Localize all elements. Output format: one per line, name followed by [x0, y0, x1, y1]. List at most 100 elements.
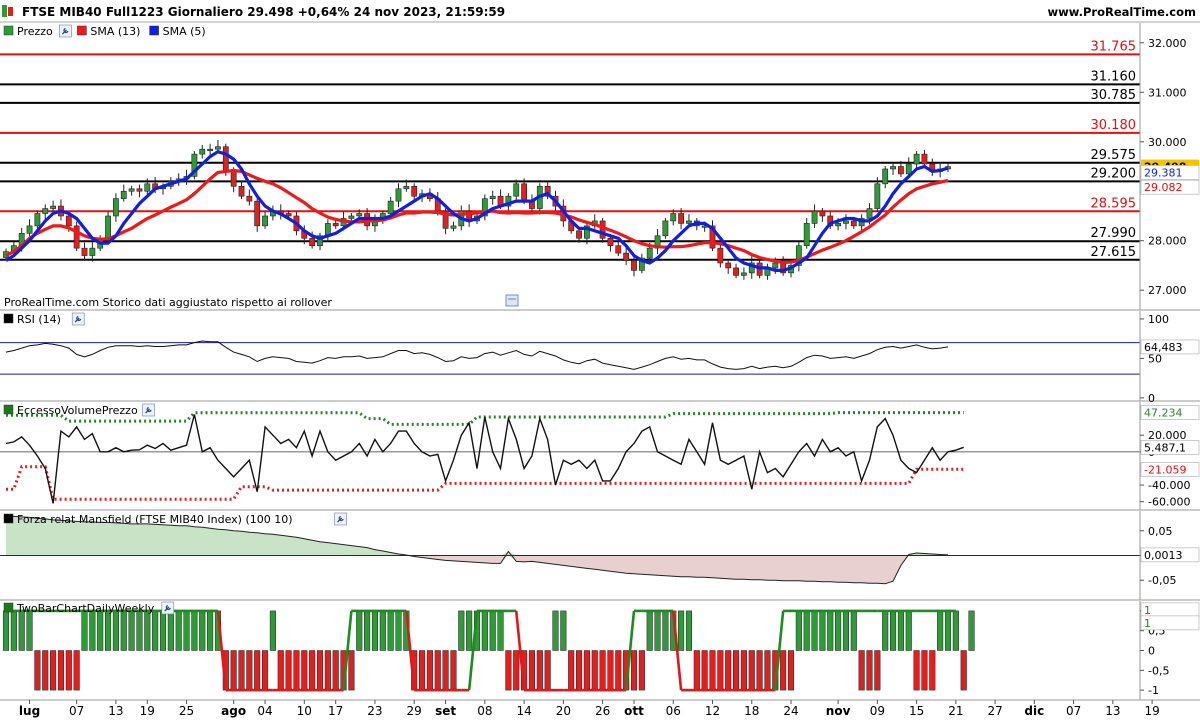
wrench-icon[interactable] [71, 312, 85, 326]
candle-body [835, 223, 841, 227]
price-legend-label: SMA (13) [90, 25, 140, 38]
candle-body [348, 215, 355, 219]
x-tick-label: ago [221, 704, 246, 718]
wrench-icon[interactable] [59, 24, 72, 38]
twobar-bar [505, 650, 512, 691]
twobar-bar [630, 650, 638, 691]
candle-body [254, 200, 261, 227]
x-tick-label: 23 [367, 704, 382, 718]
rsi-y-tick-label: 100 [1148, 313, 1169, 326]
twobar-bar [850, 610, 857, 651]
twobar-bar [685, 610, 693, 651]
twobar-bar [238, 650, 245, 691]
x-tick-label: 29 [407, 704, 422, 718]
twobar-bar [34, 650, 41, 691]
candle-body [686, 220, 692, 224]
mansfield-legend-label: Forza relat Mansfield (FTSE MIB40 Index)… [17, 513, 293, 526]
twobar-bar [968, 610, 975, 651]
candle-body [246, 195, 253, 202]
candle-body [222, 146, 229, 172]
twobar-bar [717, 650, 724, 691]
price-y-tick-label: 30.000 [1148, 136, 1187, 149]
x-tick-label: 18 [744, 704, 759, 718]
twobar-bar [105, 610, 112, 651]
candle-body [81, 247, 88, 256]
candle-body [905, 163, 912, 175]
level-label: 27.990 [1091, 226, 1137, 241]
twobar-bar [733, 650, 740, 691]
calendar-icon-frame[interactable] [505, 294, 519, 307]
candle-body [387, 200, 394, 214]
twobar-bar [324, 650, 331, 691]
x-tick-label: 10 [297, 704, 312, 718]
candle-body [230, 171, 237, 187]
candle-body [803, 223, 810, 246]
rsi-legend-swatch [3, 313, 14, 324]
twobar-bar [756, 650, 763, 691]
calendar-icon[interactable] [505, 294, 519, 307]
twobar-bar [960, 650, 967, 691]
candle-body [733, 267, 739, 276]
twobar-bar [230, 650, 237, 691]
twobar-bar [858, 650, 865, 691]
x-tick-label: 04 [257, 704, 272, 718]
twobar-bar [536, 650, 543, 691]
chart-footnote: ProRealTime.com Storico dati aggiustato … [4, 296, 332, 309]
candle-body [144, 183, 151, 192]
wrench-icon[interactable] [142, 403, 155, 417]
candle-body [874, 183, 881, 209]
twobar-tag: 1 [1144, 604, 1151, 617]
candle-body [238, 185, 245, 197]
x-tick-label: 12 [705, 704, 720, 718]
twobar-bar [10, 610, 17, 651]
candle-icon-red [8, 7, 13, 16]
twobar-bar [450, 650, 457, 691]
candle-body [646, 247, 653, 259]
candle-body [262, 215, 268, 227]
wrench-icon[interactable] [334, 512, 347, 526]
twobar-bar [835, 610, 842, 651]
x-tick-label: 06 [666, 704, 681, 718]
x-tick-label: 09 [870, 704, 885, 718]
twobar-bar [144, 610, 151, 651]
twobar-bar [254, 650, 261, 691]
twobar-bar [269, 610, 276, 651]
twobar-bar [50, 650, 57, 691]
candle-body [631, 260, 637, 271]
level-label: 30.180 [1091, 118, 1137, 133]
twobar-bar [277, 650, 284, 691]
candle-body [26, 225, 33, 234]
twobar-bar [827, 610, 834, 651]
level-label: 30.785 [1091, 88, 1137, 103]
mansfield-tag: 0,0013 [1144, 549, 1183, 562]
twobar-legend-label: TwoBarChartDailyWeekly [16, 602, 155, 615]
candle-body [607, 237, 614, 246]
twobar-bar [819, 610, 826, 651]
twobar-bar [615, 650, 622, 691]
candle-body [42, 208, 49, 214]
candle-body [65, 215, 72, 227]
twobar-bar [332, 650, 339, 691]
twobar-bar [301, 650, 308, 691]
twobar-bar [18, 610, 25, 651]
twobar-bar [293, 650, 300, 691]
twobar-bar [591, 650, 598, 691]
wrench-icon[interactable] [161, 601, 175, 615]
evp-tag: 5.487,1 [1144, 441, 1186, 454]
twobar-bar [905, 610, 912, 651]
twobar-bar [285, 650, 292, 691]
twobar-bar [528, 650, 536, 691]
twobar-bar [348, 650, 355, 691]
twobar-bar [207, 610, 214, 651]
x-tick-label: set [435, 704, 456, 718]
twobar-bar [316, 650, 324, 691]
chart-canvas[interactable]: FTSE MIB40 Full1223 Giornaliero 29.498 +… [0, 0, 1200, 720]
twobar-bar [136, 610, 143, 651]
site-url[interactable]: www.ProRealTime.com [1047, 5, 1196, 19]
twobar-bar [513, 650, 520, 691]
twobar-bar [246, 650, 253, 691]
candle-body [34, 213, 41, 227]
twobar-bar [937, 610, 944, 651]
candle-body [332, 223, 339, 227]
twobar-bar [576, 650, 583, 691]
